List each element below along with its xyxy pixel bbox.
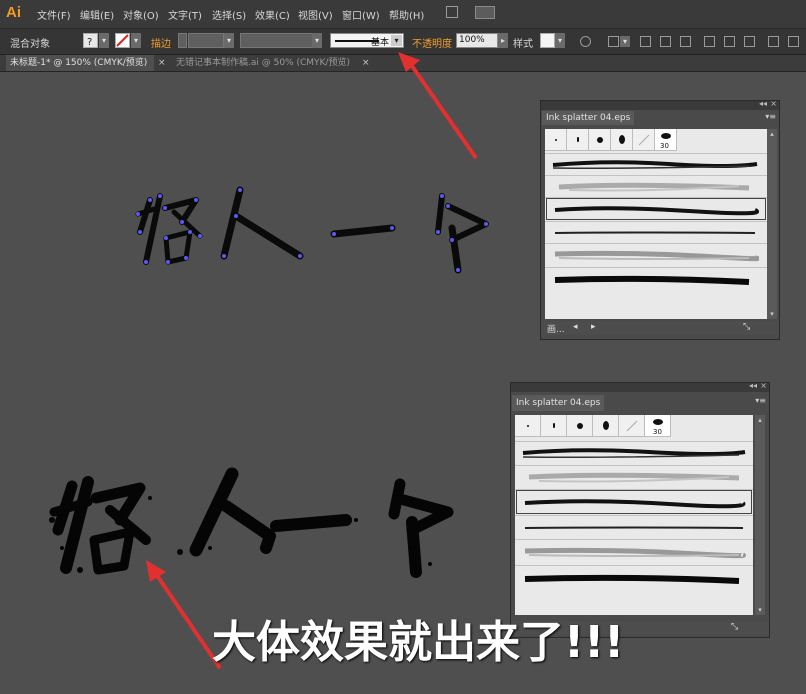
brush-row[interactable] bbox=[545, 267, 767, 291]
panel-footer: 画... ◂ ▸ ⤡ bbox=[541, 321, 779, 335]
calligraphy-paths-selected[interactable] bbox=[135, 186, 489, 274]
brush-tip-size: 30 bbox=[653, 428, 662, 436]
brush-tip-line[interactable] bbox=[567, 129, 589, 151]
annotation-arrow-bottom bbox=[146, 560, 222, 670]
scale-icon[interactable]: ⤡ bbox=[731, 622, 738, 632]
brush-tip-thin[interactable] bbox=[619, 415, 645, 437]
brush-list[interactable]: 30 bbox=[515, 415, 753, 615]
brush-tip-oval[interactable] bbox=[611, 129, 633, 151]
brush-library-panel-top[interactable]: ◂◂ × Ink splatter 04.eps ▾≡ 30 ▴ ▾ 画... … bbox=[540, 99, 780, 340]
calligraphy-brushed-result bbox=[49, 467, 454, 578]
next-library-icon[interactable]: ▸ bbox=[591, 322, 596, 332]
collapse-icon[interactable]: ◂◂ bbox=[759, 99, 767, 108]
previous-library-icon[interactable]: ◂ bbox=[573, 322, 578, 332]
brush-library-panel-bottom[interactable]: ◂◂ × Ink splatter 04.eps ▾≡ 30 ▴ ▾ ⤡ bbox=[510, 381, 770, 638]
brush-tip-round[interactable] bbox=[567, 415, 593, 437]
collapse-icon[interactable]: ◂◂ bbox=[749, 381, 757, 390]
brush-row[interactable] bbox=[545, 197, 767, 221]
brush-row[interactable] bbox=[515, 441, 753, 465]
brush-list[interactable]: 30 bbox=[545, 129, 767, 319]
brush-tip-round[interactable] bbox=[589, 129, 611, 151]
panel-tab-name[interactable]: Ink splatter 04.eps bbox=[542, 111, 635, 125]
brush-tip-oval[interactable] bbox=[593, 415, 619, 437]
close-icon[interactable]: × bbox=[760, 381, 767, 390]
brush-tip-30[interactable]: 30 bbox=[655, 129, 677, 151]
panel-menu-icon[interactable]: ▾≡ bbox=[765, 112, 776, 121]
brush-tip-row: 30 bbox=[515, 415, 671, 437]
panel-tab-name[interactable]: Ink splatter 04.eps bbox=[512, 395, 605, 411]
brush-tip-small[interactable] bbox=[545, 129, 567, 151]
caption-text: 大体效果就出来了!!! bbox=[212, 617, 625, 668]
brush-row[interactable] bbox=[545, 221, 767, 243]
scroll-up-icon[interactable]: ▴ bbox=[755, 415, 765, 425]
brush-row[interactable] bbox=[545, 175, 767, 197]
panel-titlebar[interactable]: ◂◂ × bbox=[541, 99, 779, 110]
panel-scrollbar[interactable]: ▴ ▾ bbox=[767, 129, 777, 319]
brush-row[interactable] bbox=[545, 243, 767, 267]
brush-tip-line[interactable] bbox=[541, 415, 567, 437]
panel-menu-icon[interactable]: ▾≡ bbox=[755, 396, 766, 405]
brush-tip-30[interactable]: 30 bbox=[645, 415, 671, 437]
brush-row[interactable] bbox=[545, 153, 767, 175]
scale-icon[interactable]: ⤡ bbox=[743, 322, 750, 332]
panel-scrollbar[interactable]: ▴ ▾ bbox=[755, 415, 765, 615]
close-icon[interactable]: × bbox=[770, 99, 777, 108]
brush-row[interactable] bbox=[515, 489, 753, 515]
brush-tip-row: 30 bbox=[545, 129, 677, 151]
brush-row[interactable] bbox=[515, 539, 753, 565]
panel-titlebar[interactable]: ◂◂ × bbox=[511, 381, 769, 392]
brush-library-menu-icon[interactable]: 画... bbox=[547, 322, 565, 335]
annotation-arrow-top bbox=[398, 52, 478, 160]
brush-tip-size: 30 bbox=[660, 142, 669, 150]
brush-row[interactable] bbox=[515, 465, 753, 489]
scroll-down-icon[interactable]: ▾ bbox=[767, 309, 777, 319]
brush-row[interactable] bbox=[515, 515, 753, 539]
scroll-down-icon[interactable]: ▾ bbox=[755, 605, 765, 615]
scroll-up-icon[interactable]: ▴ bbox=[767, 129, 777, 139]
brush-tip-thin[interactable] bbox=[633, 129, 655, 151]
brush-row[interactable] bbox=[515, 565, 753, 591]
brush-tip-small[interactable] bbox=[515, 415, 541, 437]
